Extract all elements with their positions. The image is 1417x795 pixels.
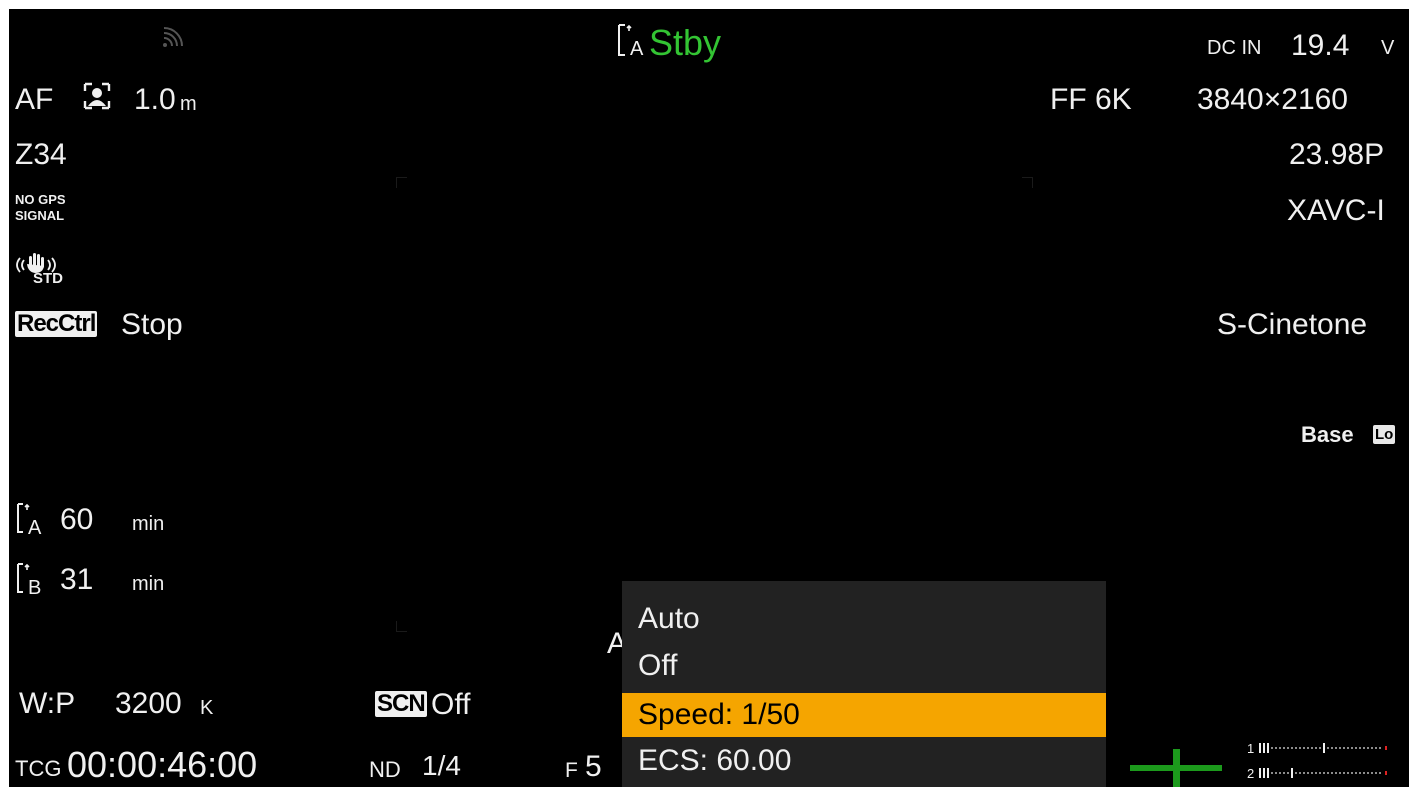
audio-ch2-label: 2 bbox=[1247, 766, 1255, 781]
shutter-option-auto[interactable]: Auto bbox=[638, 604, 700, 634]
wifi-icon bbox=[161, 27, 183, 53]
audio-ch2-meter bbox=[1259, 768, 1387, 778]
timecode-display: 00:00:46:00 bbox=[67, 744, 258, 785]
shutter-option-speed-selected[interactable]: Speed: 1/50 bbox=[622, 693, 1106, 737]
codec: XAVC-I bbox=[1287, 194, 1385, 227]
frame-guide-top-right bbox=[1022, 177, 1033, 188]
white-balance-value: 3200 bbox=[115, 687, 182, 720]
media-slot-b-remaining-unit: min bbox=[132, 573, 165, 595]
af-mode-label: AF bbox=[15, 83, 54, 116]
nd-filter-label: ND bbox=[369, 757, 401, 782]
frame-rate: 23.98P bbox=[1289, 138, 1385, 171]
level-gauge-icon bbox=[1130, 749, 1222, 787]
timecode-prefix: TCG bbox=[15, 756, 62, 781]
picture-look: S-Cinetone bbox=[1217, 308, 1368, 341]
media-slot-a-remaining-letter: A bbox=[28, 517, 42, 539]
gps-status-line1: NO GPS bbox=[15, 192, 66, 207]
shutter-option-ecs[interactable]: ECS: 60.00 bbox=[638, 746, 791, 776]
camera-viewfinder: A Stby DC IN 19.4 V AF 1.0 m Z34 NO GPS … bbox=[9, 9, 1409, 787]
scn-value: Off bbox=[431, 688, 471, 721]
recording-resolution: 3840×2160 bbox=[1197, 83, 1348, 116]
audio-ch1-label: 1 bbox=[1247, 741, 1255, 756]
focus-distance: 1.0 bbox=[134, 83, 176, 116]
rec-ctrl-state: Stop bbox=[121, 308, 183, 341]
frame-guide-top-left bbox=[396, 177, 407, 188]
shutter-option-off[interactable]: Off bbox=[638, 651, 677, 681]
iris-prefix: F bbox=[565, 759, 578, 782]
face-detect-icon bbox=[83, 82, 111, 114]
audio-ch1-meter bbox=[1259, 743, 1387, 753]
image-stabilizer-mode: STD bbox=[33, 270, 63, 287]
sensor-mode: FF 6K bbox=[1050, 83, 1132, 116]
power-source-label: DC IN bbox=[1207, 37, 1262, 59]
media-slot-a-remaining-unit: min bbox=[132, 513, 165, 535]
power-voltage: 19.4 bbox=[1291, 29, 1350, 62]
media-slot-a-remaining-value: 60 bbox=[60, 503, 94, 536]
rec-ctrl-badge: RecCtrl bbox=[15, 310, 98, 337]
base-iso-label: Base bbox=[1301, 422, 1354, 447]
shutter-menu: Auto Off Speed: 1/50 ECS: 60.00 bbox=[622, 581, 1106, 787]
iris-value: 5 bbox=[585, 750, 602, 783]
nd-filter-value: 1/4 bbox=[422, 750, 461, 781]
focus-distance-unit: m bbox=[180, 93, 197, 115]
frame-guide-bottom-left bbox=[396, 621, 407, 632]
recording-status: Stby bbox=[649, 22, 722, 63]
power-unit: V bbox=[1381, 37, 1395, 59]
media-slot-b-remaining-value: 31 bbox=[60, 563, 94, 596]
shutter-option-speed-label: Speed: 1/50 bbox=[638, 698, 800, 731]
gps-status-line2: SIGNAL bbox=[15, 208, 65, 223]
white-balance-unit: K bbox=[200, 697, 214, 719]
white-balance-label: W:P bbox=[19, 687, 76, 720]
zoom-position: Z34 bbox=[15, 138, 67, 171]
media-slot-b-remaining-letter: B bbox=[28, 577, 42, 599]
media-slot-a-letter: A bbox=[630, 38, 644, 60]
scn-badge: SCN bbox=[375, 690, 427, 717]
base-iso-badge: Lo bbox=[1373, 425, 1396, 444]
